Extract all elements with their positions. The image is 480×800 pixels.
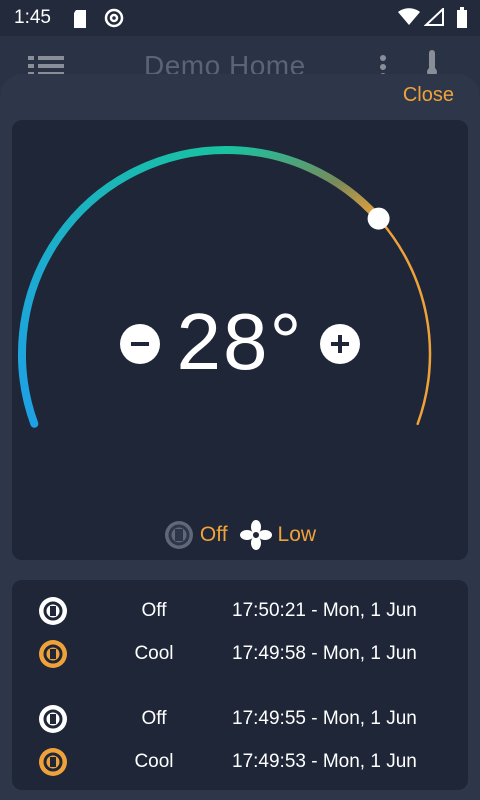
history-state: Cool (134, 751, 174, 772)
hvac-mode-label: Off (199, 523, 228, 546)
status-time: 1:45 (14, 7, 51, 28)
hvac-cool-icon (39, 640, 67, 668)
history-time: 17:49:58 - Mon, 1 Jun (232, 643, 417, 664)
dial-arc-active-upper (222, 146, 383, 223)
history-card: Off 17:50:21 - Mon, 1 Jun Cool 17:49:58 … (12, 580, 468, 790)
fan-mode-label: Low (277, 523, 317, 546)
mode-row: Off Low (12, 518, 468, 552)
history-state: Off (141, 600, 167, 621)
history-time: 17:49:55 - Mon, 1 Jun (232, 708, 417, 729)
hvac-cool-icon (39, 748, 67, 776)
hvac-icon (164, 521, 193, 549)
battery-icon (457, 7, 467, 28)
fan-icon (239, 520, 272, 550)
at-icon (104, 8, 124, 28)
sd-card-icon (74, 10, 86, 28)
hvac-off-icon (39, 705, 67, 733)
wifi-icon (398, 8, 420, 25)
history-row: Off 17:50:21 - Mon, 1 Jun (12, 590, 468, 630)
dial-handle (367, 207, 390, 230)
hvac-off-icon (39, 597, 67, 625)
hvac-mode-selector[interactable]: Off (164, 520, 228, 550)
increase-temperature-button[interactable] (320, 324, 360, 364)
thermostat-card: 28° Off Low (12, 120, 468, 560)
history-state: Off (141, 708, 167, 729)
close-button[interactable]: Close (403, 84, 454, 107)
target-temperature: 28° (176, 297, 304, 386)
fan-mode-selector[interactable]: Low (239, 520, 317, 550)
thermostat-sheet: Close 28° Off Low Off 17:50:21 - Mon, 1 … (0, 74, 480, 800)
status-bar: 1:45 (0, 0, 480, 36)
history-time: 17:49:53 - Mon, 1 Jun (232, 751, 417, 772)
history-row: Cool 17:49:53 - Mon, 1 Jun (12, 741, 468, 781)
history-row: Cool 17:49:58 - Mon, 1 Jun (12, 633, 468, 673)
history-state: Cool (134, 643, 174, 664)
cellular-icon (424, 8, 444, 26)
history-row: Off 17:49:55 - Mon, 1 Jun (12, 698, 468, 738)
plus-icon (331, 335, 349, 353)
history-time: 17:50:21 - Mon, 1 Jun (232, 600, 417, 621)
